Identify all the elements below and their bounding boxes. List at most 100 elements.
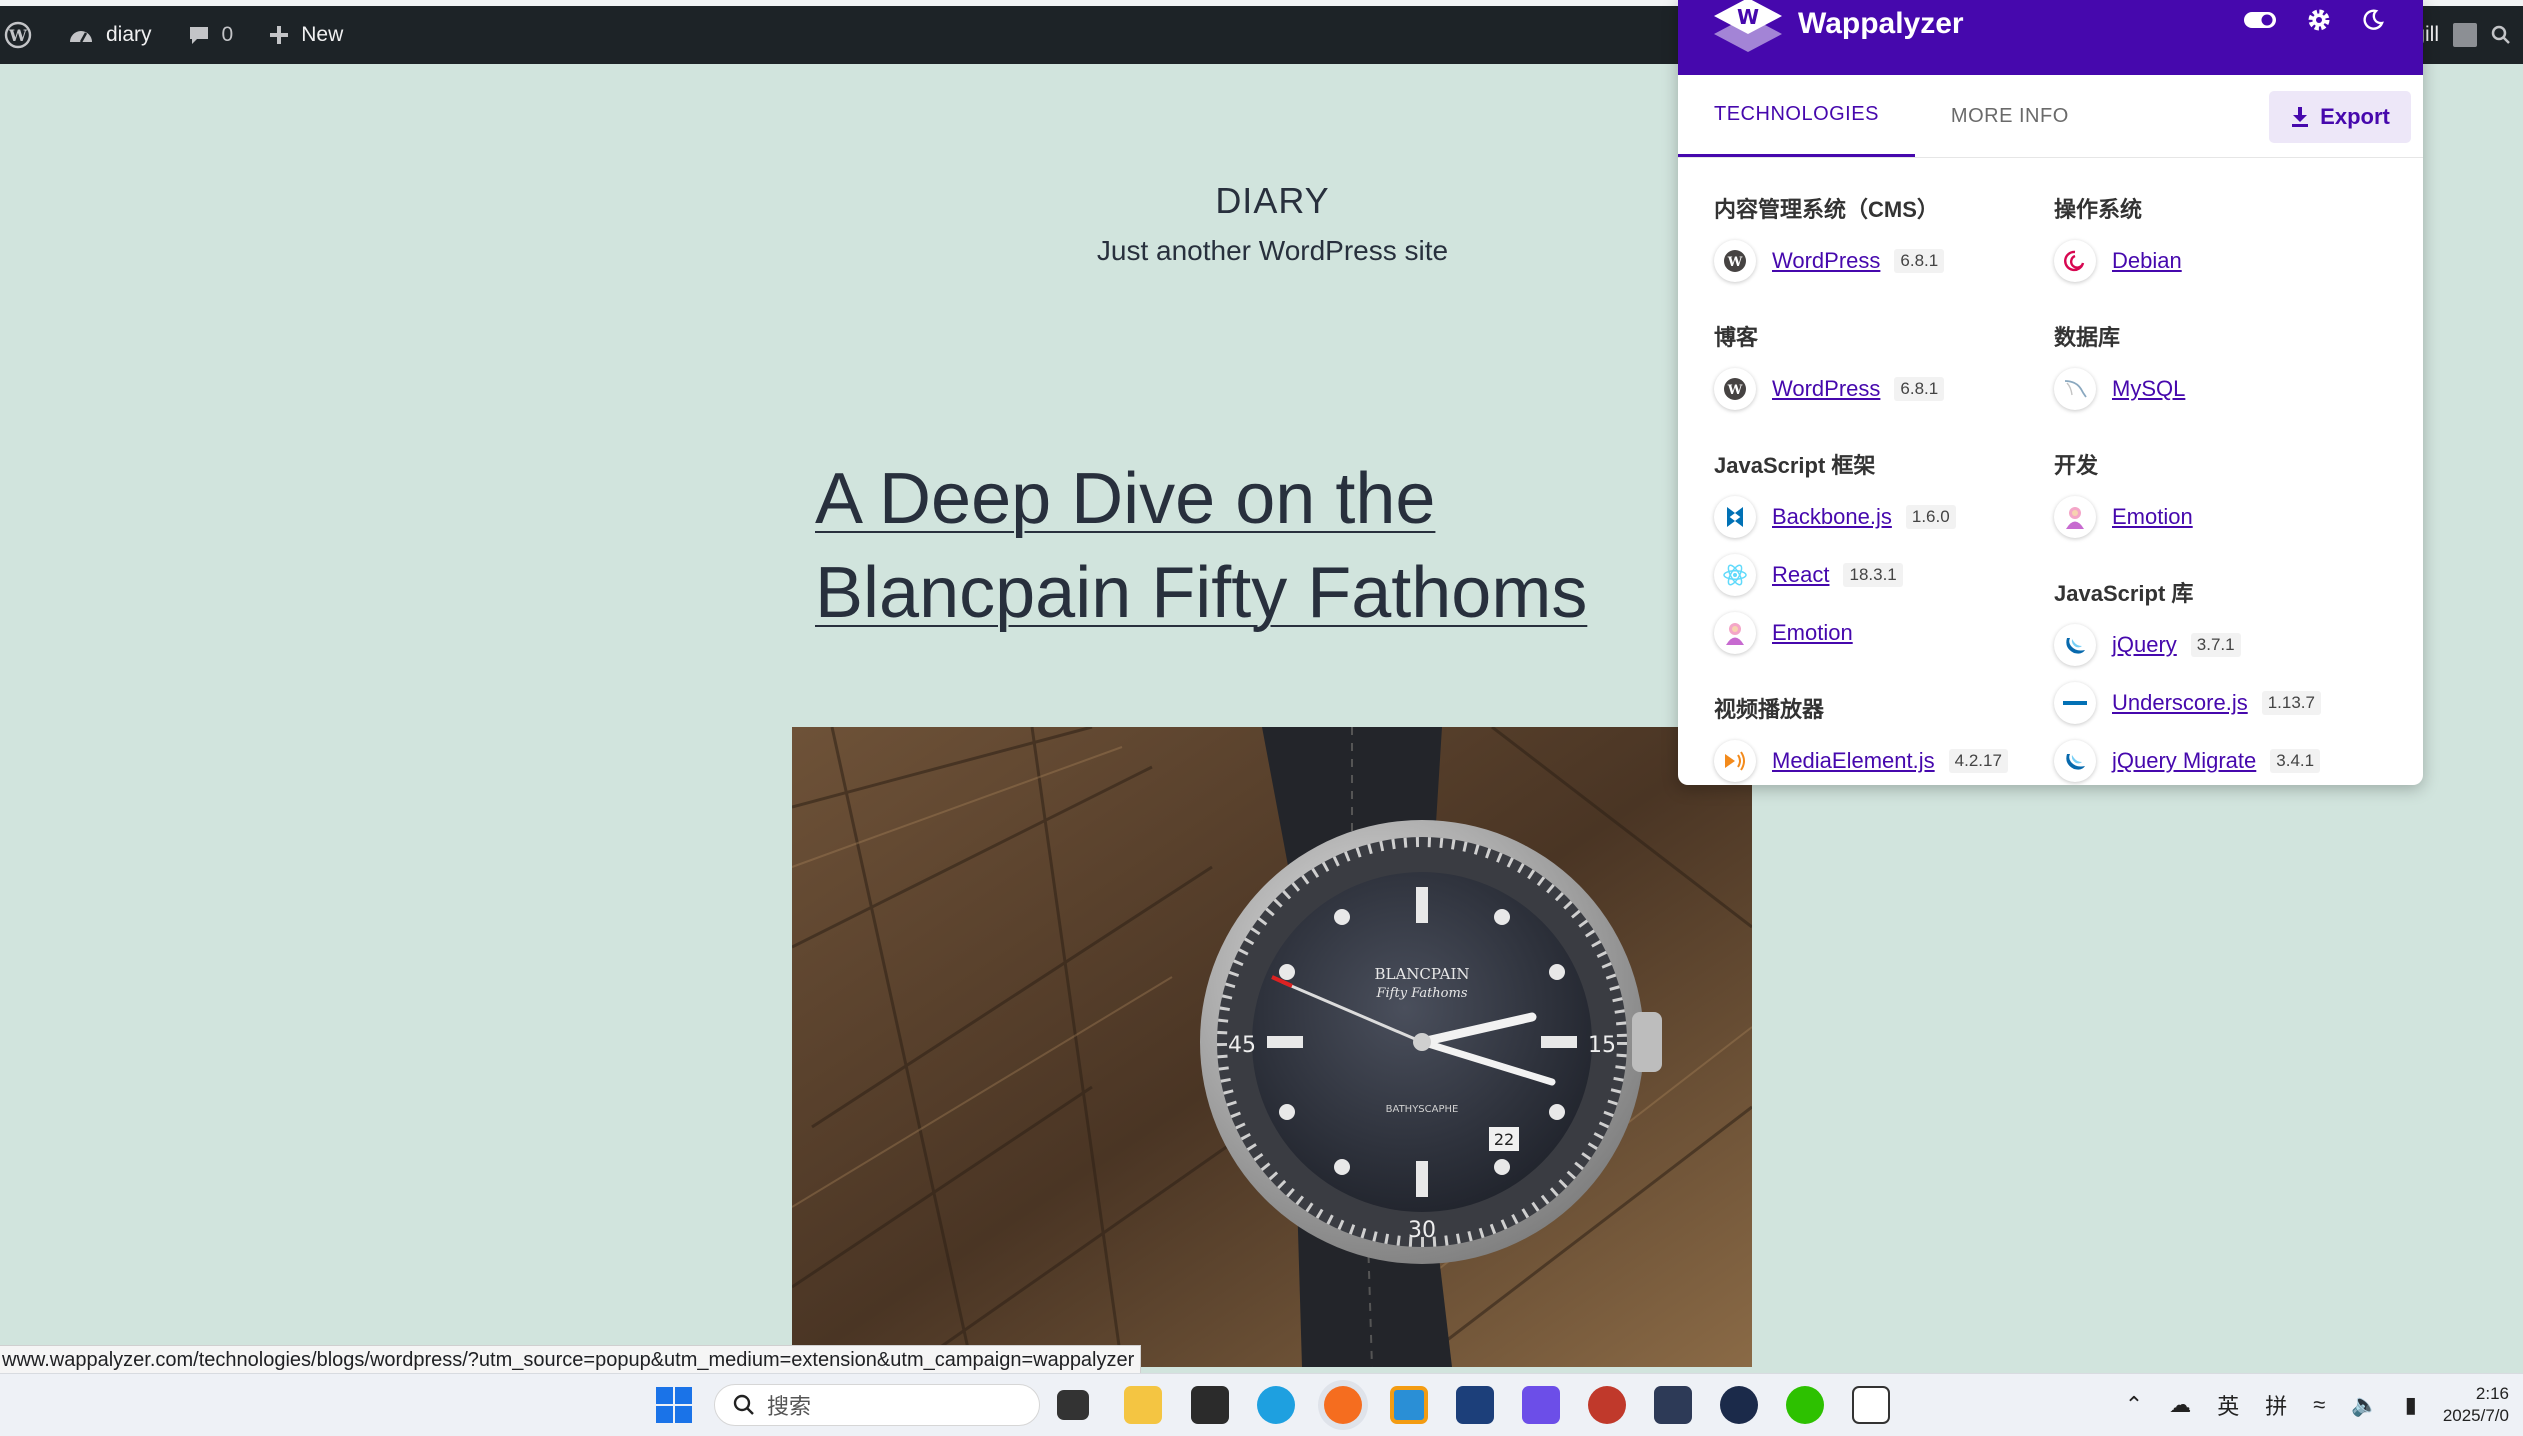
technology-link[interactable]: jQuery Migrate bbox=[2112, 748, 2256, 774]
typora-icon[interactable] bbox=[1852, 1386, 1890, 1424]
vpn-lock-icon[interactable] bbox=[1720, 1386, 1758, 1424]
debian-icon bbox=[2054, 240, 2096, 282]
dark-mode-moon-icon[interactable] bbox=[2361, 8, 2385, 32]
jquery-icon bbox=[2054, 624, 2096, 666]
technology-link[interactable]: Emotion bbox=[1772, 620, 1853, 646]
technology-link[interactable]: Underscore.js bbox=[2112, 690, 2248, 716]
volume-icon[interactable]: 🔈 bbox=[2351, 1392, 2378, 1418]
version-badge: 4.2.17 bbox=[1948, 749, 2008, 773]
dial-sub: BATHYSCAPHE bbox=[1386, 1104, 1459, 1115]
terminal-icon[interactable] bbox=[1191, 1386, 1229, 1424]
new-content-menu[interactable]: New bbox=[251, 6, 361, 64]
version-badge: 6.8.1 bbox=[1894, 377, 1945, 401]
wordpress-logo-icon: W bbox=[4, 21, 32, 49]
avatar bbox=[2453, 23, 2477, 47]
emotion-icon bbox=[1714, 612, 1756, 654]
tech-category: 视频播放器 MediaElement.js 4.2.17 bbox=[1714, 692, 2050, 785]
comments-count: 0 bbox=[221, 23, 234, 46]
wappalyzer-logo[interactable]: W Wappalyzer bbox=[1712, 0, 1964, 54]
right-column: 操作系统 Debian 数据库 MySQL 开发 Emotion JavaScript 库 j… bbox=[2050, 158, 2422, 785]
tech-category: 操作系统 Debian bbox=[2054, 192, 2422, 290]
technology-item: Underscore.js 1.13.7 bbox=[2054, 674, 2422, 732]
post-title-link[interactable]: A Deep Dive on the Blancpain Fifty Fatho… bbox=[815, 459, 1587, 633]
app-orange-blue-icon[interactable] bbox=[1390, 1386, 1428, 1424]
dial-brand: BLANCPAIN bbox=[1374, 965, 1469, 983]
date-window: 22 bbox=[1494, 1130, 1514, 1149]
emotion-icon bbox=[2054, 496, 2096, 538]
task-view-icon[interactable] bbox=[1057, 1390, 1089, 1420]
tech-category: 博客 W WordPress 6.8.1 bbox=[1714, 320, 2050, 418]
wechat-icon[interactable] bbox=[1786, 1386, 1824, 1424]
virtualbox-icon[interactable] bbox=[1456, 1386, 1494, 1424]
technology-link[interactable]: MediaElement.js bbox=[1772, 748, 1935, 774]
firefox-icon[interactable] bbox=[1324, 1386, 1362, 1424]
tech-category: 内容管理系统（CMS） W WordPress 6.8.1 bbox=[1714, 192, 2050, 290]
technology-item: MediaElement.js 4.2.17 bbox=[1714, 732, 2050, 785]
toggle-switch-icon[interactable] bbox=[2243, 11, 2277, 29]
version-badge: 1.6.0 bbox=[1905, 505, 1956, 529]
comments-menu[interactable]: 0 bbox=[170, 6, 252, 64]
left-column: 内容管理系统（CMS） W WordPress 6.8.1 博客 W WordPress 6.… bbox=[1678, 158, 2050, 785]
watch-photo: BLANCPAIN Fifty Fathoms BATHYSCAPHE 22 1… bbox=[792, 727, 1752, 1367]
technology-link[interactable]: Backbone.js bbox=[1772, 504, 1892, 530]
wappalyzer-logo-icon: W bbox=[1714, 0, 1782, 52]
technology-link[interactable]: Debian bbox=[2112, 248, 2182, 274]
technology-link[interactable]: React bbox=[1772, 562, 1829, 588]
app-cat-icon[interactable] bbox=[1654, 1386, 1692, 1424]
wordpress-icon: W bbox=[1714, 368, 1756, 410]
ime-mode[interactable]: 拼 bbox=[2265, 1389, 2287, 1421]
tab-technologies[interactable]: TECHNOLOGIES bbox=[1678, 75, 1915, 157]
category-name: JavaScript 框架 bbox=[1714, 453, 1876, 478]
wappalyzer-tabs: TECHNOLOGIES MORE INFO Export bbox=[1678, 75, 2423, 158]
taskbar: 搜索 ⌃ ☁ 英 拼 ≈ 🔈 ▮ 2:16 2025/7/0 bbox=[0, 1373, 2523, 1436]
version-badge: 3.4.1 bbox=[2270, 749, 2321, 773]
technology-link[interactable]: MySQL bbox=[2112, 376, 2185, 402]
wappalyzer-brand: Wappalyzer bbox=[1798, 7, 1964, 40]
category-name: 数据库 bbox=[2054, 325, 2121, 350]
tab-more-info[interactable]: MORE INFO bbox=[1915, 75, 2105, 157]
version-badge: 18.3.1 bbox=[1843, 563, 1903, 587]
file-explorer-icon[interactable] bbox=[1124, 1386, 1162, 1424]
featured-image: BLANCPAIN Fifty Fathoms BATHYSCAPHE 22 1… bbox=[792, 727, 1752, 1367]
category-name: 内容管理系统（CMS） bbox=[1714, 197, 1939, 222]
start-button[interactable] bbox=[656, 1387, 692, 1428]
app-lightning-icon[interactable] bbox=[1522, 1386, 1560, 1424]
technology-link[interactable]: WordPress bbox=[1772, 376, 1880, 402]
wappalyzer-popup: W Wappalyzer TECHNOLOGIES MORE INFO Expo… bbox=[1678, 0, 2423, 785]
technology-item: jQuery 3.7.1 bbox=[2054, 616, 2422, 674]
technology-item: Emotion bbox=[1714, 604, 2050, 662]
technology-link[interactable]: WordPress bbox=[1772, 248, 1880, 274]
wifi-icon[interactable]: ≈ bbox=[2313, 1392, 2325, 1418]
technology-link[interactable]: jQuery bbox=[2112, 632, 2177, 658]
battery-icon[interactable]: ▮ bbox=[2405, 1392, 2417, 1418]
bezel-30: 30 bbox=[1408, 1218, 1436, 1243]
taskbar-search[interactable]: 搜索 bbox=[714, 1384, 1040, 1426]
dial-model: Fifty Fathoms bbox=[1376, 986, 1468, 1001]
svg-text:W: W bbox=[1727, 255, 1743, 270]
site-name-menu[interactable]: diary bbox=[50, 6, 170, 64]
version-badge: 6.8.1 bbox=[1894, 249, 1945, 273]
jquery-icon bbox=[2054, 740, 2096, 782]
export-button[interactable]: Export bbox=[2269, 91, 2411, 143]
app-red-swirl-icon[interactable] bbox=[1588, 1386, 1626, 1424]
ime-language[interactable]: 英 bbox=[2217, 1389, 2239, 1421]
taskbar-search-placeholder: 搜索 bbox=[767, 1394, 812, 1419]
version-badge: 3.7.1 bbox=[2190, 633, 2241, 657]
search-icon[interactable] bbox=[2491, 25, 2511, 45]
edge-icon[interactable] bbox=[1257, 1386, 1295, 1424]
technology-link[interactable]: Emotion bbox=[2112, 504, 2193, 530]
technology-item: W WordPress 6.8.1 bbox=[1714, 232, 2050, 290]
chevron-up-icon[interactable]: ⌃ bbox=[2125, 1392, 2143, 1418]
windows-logo-icon bbox=[656, 1387, 692, 1423]
version-badge: 1.13.7 bbox=[2261, 691, 2321, 715]
technology-item: React 18.3.1 bbox=[1714, 546, 2050, 604]
plus-icon bbox=[270, 26, 289, 44]
gear-icon[interactable] bbox=[2307, 8, 2331, 32]
clock[interactable]: 2:16 2025/7/0 bbox=[2443, 1383, 2509, 1427]
post-title-line-1: A Deep Dive on the bbox=[815, 459, 1436, 539]
wp-logo-menu[interactable]: W bbox=[0, 6, 50, 64]
bezel-15: 15 bbox=[1588, 1033, 1616, 1058]
svg-text:W: W bbox=[1737, 5, 1759, 29]
backbone-icon bbox=[1714, 496, 1756, 538]
cloud-offline-icon[interactable]: ☁ bbox=[2169, 1392, 2191, 1418]
